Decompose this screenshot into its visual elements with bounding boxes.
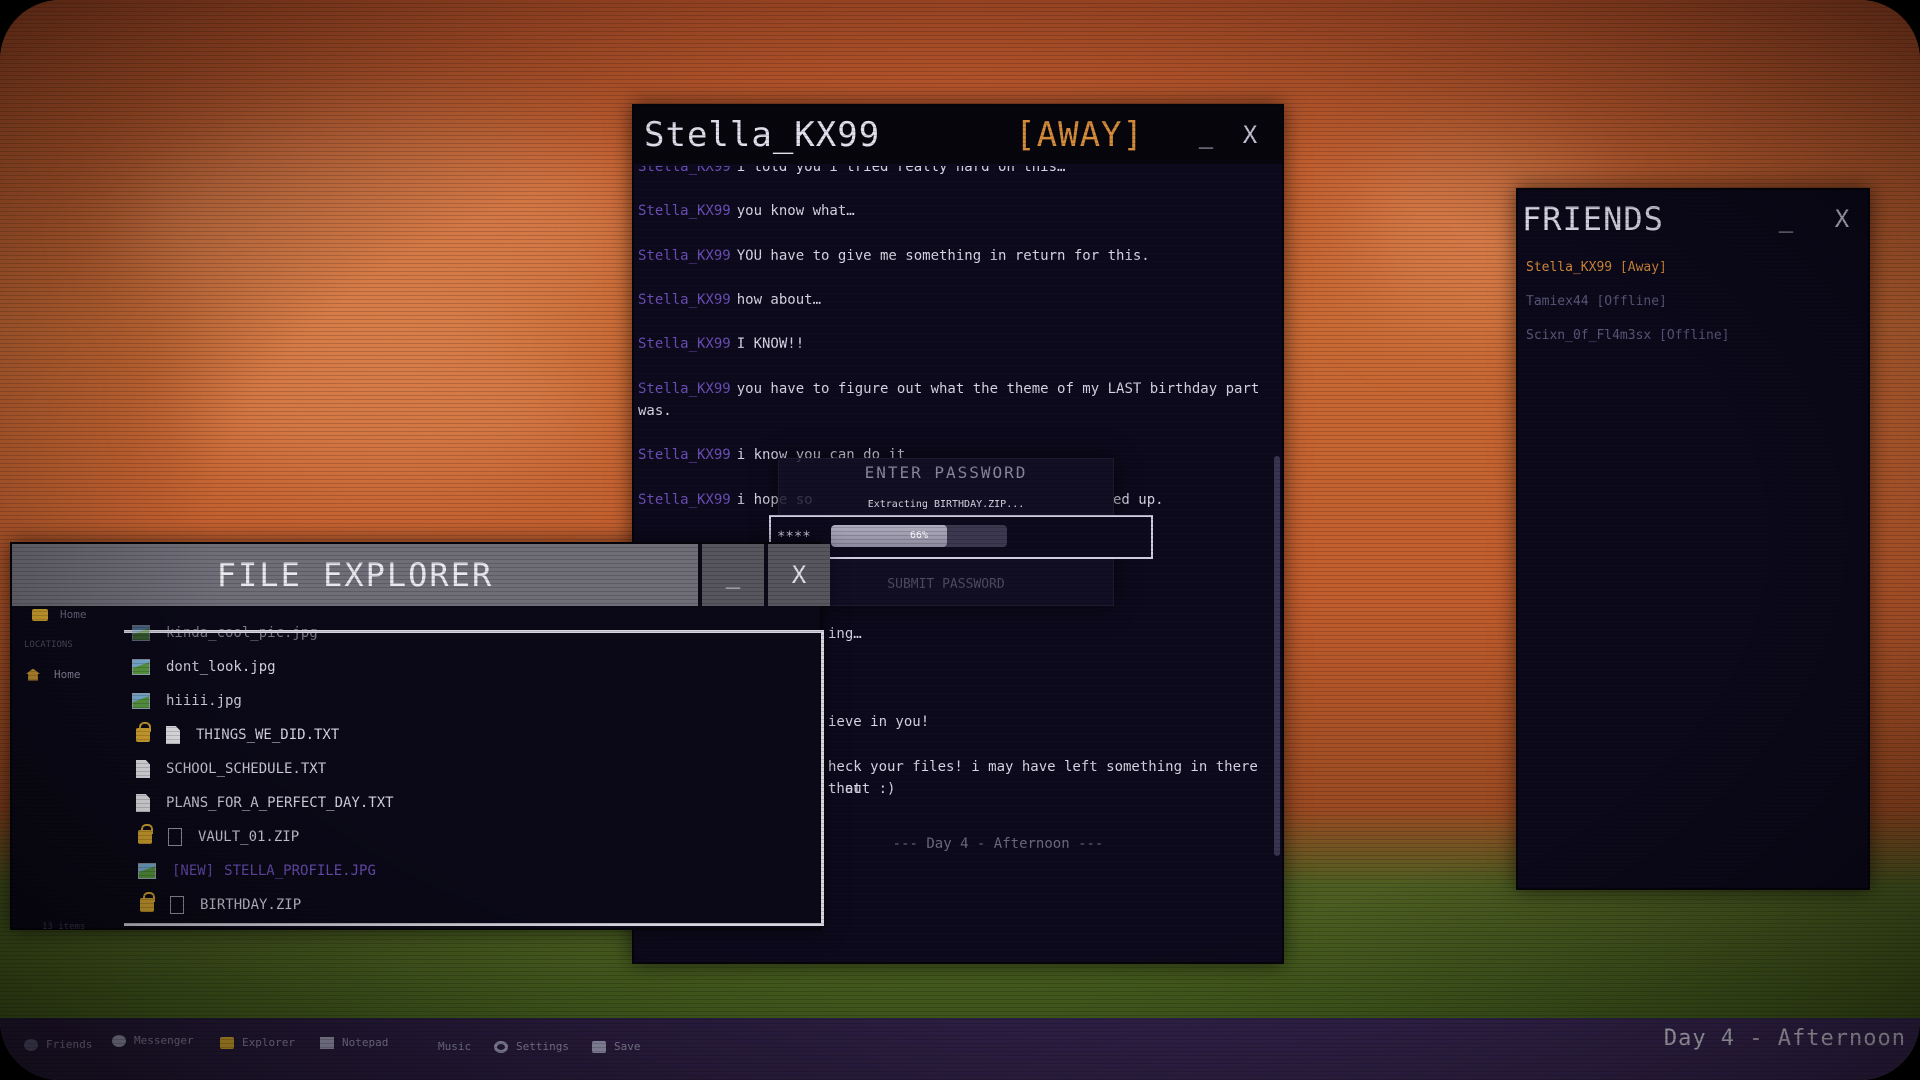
folder-icon	[32, 608, 48, 621]
chat-message: Stella_KX99 I KNOW!!	[638, 336, 805, 352]
file-item[interactable]: dont_look.jpg	[132, 654, 276, 680]
chat-message-fragment: ieve in you!	[828, 714, 930, 730]
progress-label: 66%	[909, 530, 929, 541]
chat-message-fragment: ing…	[828, 626, 862, 642]
friend-item[interactable]: Scixn_0f_Fl4m3sx [Offline]	[1526, 328, 1730, 343]
extracting-label: Extracting BIRTHDAY.ZIP...	[867, 499, 1025, 510]
file-explorer-minimize-button[interactable]: _	[702, 544, 764, 606]
sidebar-item-label: Home	[54, 668, 81, 681]
address-path: Home	[60, 608, 87, 621]
taskbar-messenger[interactable]: Messenger	[112, 1034, 194, 1047]
taskbar-explorer[interactable]: Explorer	[220, 1036, 295, 1049]
taskbar-friends[interactable]: Friends	[24, 1038, 92, 1051]
file-item[interactable]: BIRTHDAY.ZIP	[140, 892, 301, 918]
friends-title: FRIENDS	[1522, 200, 1664, 238]
eye-icon	[112, 1034, 126, 1047]
friends-minimize-button[interactable]: _	[1764, 205, 1808, 233]
image-file-icon	[132, 659, 150, 675]
chat-status: [AWAY]	[1015, 115, 1144, 155]
new-badge: [NEW]	[172, 863, 215, 879]
friend-item[interactable]: Tamiex44 [Offline]	[1526, 294, 1667, 309]
lock-icon	[136, 722, 151, 742]
image-file-icon	[132, 693, 150, 709]
taskbar-notepad[interactable]: Notepad	[320, 1036, 388, 1049]
address-bar[interactable]: Home	[32, 608, 87, 621]
item-count: 13 items	[42, 922, 86, 932]
password-dialog-title: ENTER PASSWORD	[864, 463, 1028, 482]
folder-icon	[220, 1036, 234, 1049]
file-item[interactable]: [NEW] STELLA_PROFILE.JPG	[138, 858, 376, 884]
zip-file-icon	[168, 828, 182, 846]
chat-title: Stella_KX99	[644, 115, 881, 155]
text-file-icon	[166, 726, 180, 744]
home-icon	[26, 668, 40, 681]
file-explorer-titlebar[interactable]: FILE EXPLORER	[12, 544, 698, 606]
friends-icon	[24, 1038, 38, 1051]
chat-message-fragment: t out :)	[828, 781, 896, 797]
file-item[interactable]: hiiii.jpg	[132, 688, 242, 714]
file-item[interactable]: THINGS_WE_DID.TXT	[136, 722, 339, 748]
taskbar-settings[interactable]: Settings	[494, 1040, 569, 1053]
file-item[interactable]: kinda_cool_pic.jpg	[132, 620, 318, 646]
chat-message: Stella_KX99 i told you i tried really har…	[638, 166, 1066, 175]
gear-icon	[494, 1040, 508, 1053]
chat-message: Stella_KX99 you know what…	[638, 203, 855, 219]
file-explorer-title: FILE EXPLORER	[216, 556, 494, 594]
lock-icon	[138, 824, 153, 844]
day-label: Day 4 - Afternoon	[1663, 1026, 1906, 1051]
save-icon	[592, 1040, 606, 1053]
chat-message: Stella_KX99 how about…	[638, 292, 822, 308]
friend-item[interactable]: Stella_KX99 [Away]	[1526, 260, 1667, 275]
file-explorer-close-button[interactable]: X	[768, 544, 830, 606]
friends-window: FRIENDS _ X Stella_KX99 [Away] Tamiex44 …	[1516, 188, 1870, 890]
file-item[interactable]: PLANS_FOR_A_PERFECT_DAY.TXT	[136, 790, 394, 816]
chat-message: Stella_KX99 YOU have to give me something…	[638, 248, 1150, 264]
extraction-progress-bar: 66%	[831, 525, 1007, 547]
chat-scrollbar[interactable]	[1274, 456, 1280, 856]
chat-day-divider: --- Day 4 - Afternoon ---	[892, 836, 1104, 852]
chat-titlebar[interactable]: Stella_KX99 [AWAY] _ X	[634, 106, 1282, 164]
friends-titlebar[interactable]: FRIENDS _ X	[1518, 190, 1868, 248]
chat-minimize-button[interactable]: _	[1184, 121, 1228, 149]
chat-message: Stella_KX99 you have to figure out what t…	[638, 381, 1260, 419]
text-file-icon	[136, 794, 150, 812]
music-icon	[420, 1041, 430, 1053]
chat-close-button[interactable]: X	[1228, 121, 1272, 149]
file-item[interactable]: SCHOOL_SCHEDULE.TXT	[136, 756, 326, 782]
sidebar-item-home[interactable]: Home	[26, 668, 81, 681]
notepad-icon	[320, 1036, 334, 1049]
taskbar-music[interactable]: Music	[420, 1040, 471, 1053]
text-file-icon	[136, 760, 150, 778]
friends-close-button[interactable]: X	[1820, 205, 1864, 233]
file-explorer-window: FILE EXPLORER _ X Home LOCATIONS Home ki…	[10, 542, 830, 932]
image-file-icon	[138, 863, 156, 879]
file-item[interactable]: VAULT_01.ZIP	[138, 824, 299, 850]
desktop: Stella_KX99 [AWAY] _ X Stella_KX99 i told…	[0, 0, 1920, 1080]
zip-file-icon	[170, 896, 184, 914]
taskbar-save[interactable]: Save	[592, 1040, 641, 1053]
image-file-icon	[132, 625, 150, 641]
chat-message-fragment: ed up.	[1113, 492, 1164, 508]
taskbar: Friends Messenger Explorer Notepad Music…	[0, 1018, 1920, 1080]
lock-icon	[140, 892, 155, 912]
sidebar-header: LOCATIONS	[24, 640, 73, 650]
